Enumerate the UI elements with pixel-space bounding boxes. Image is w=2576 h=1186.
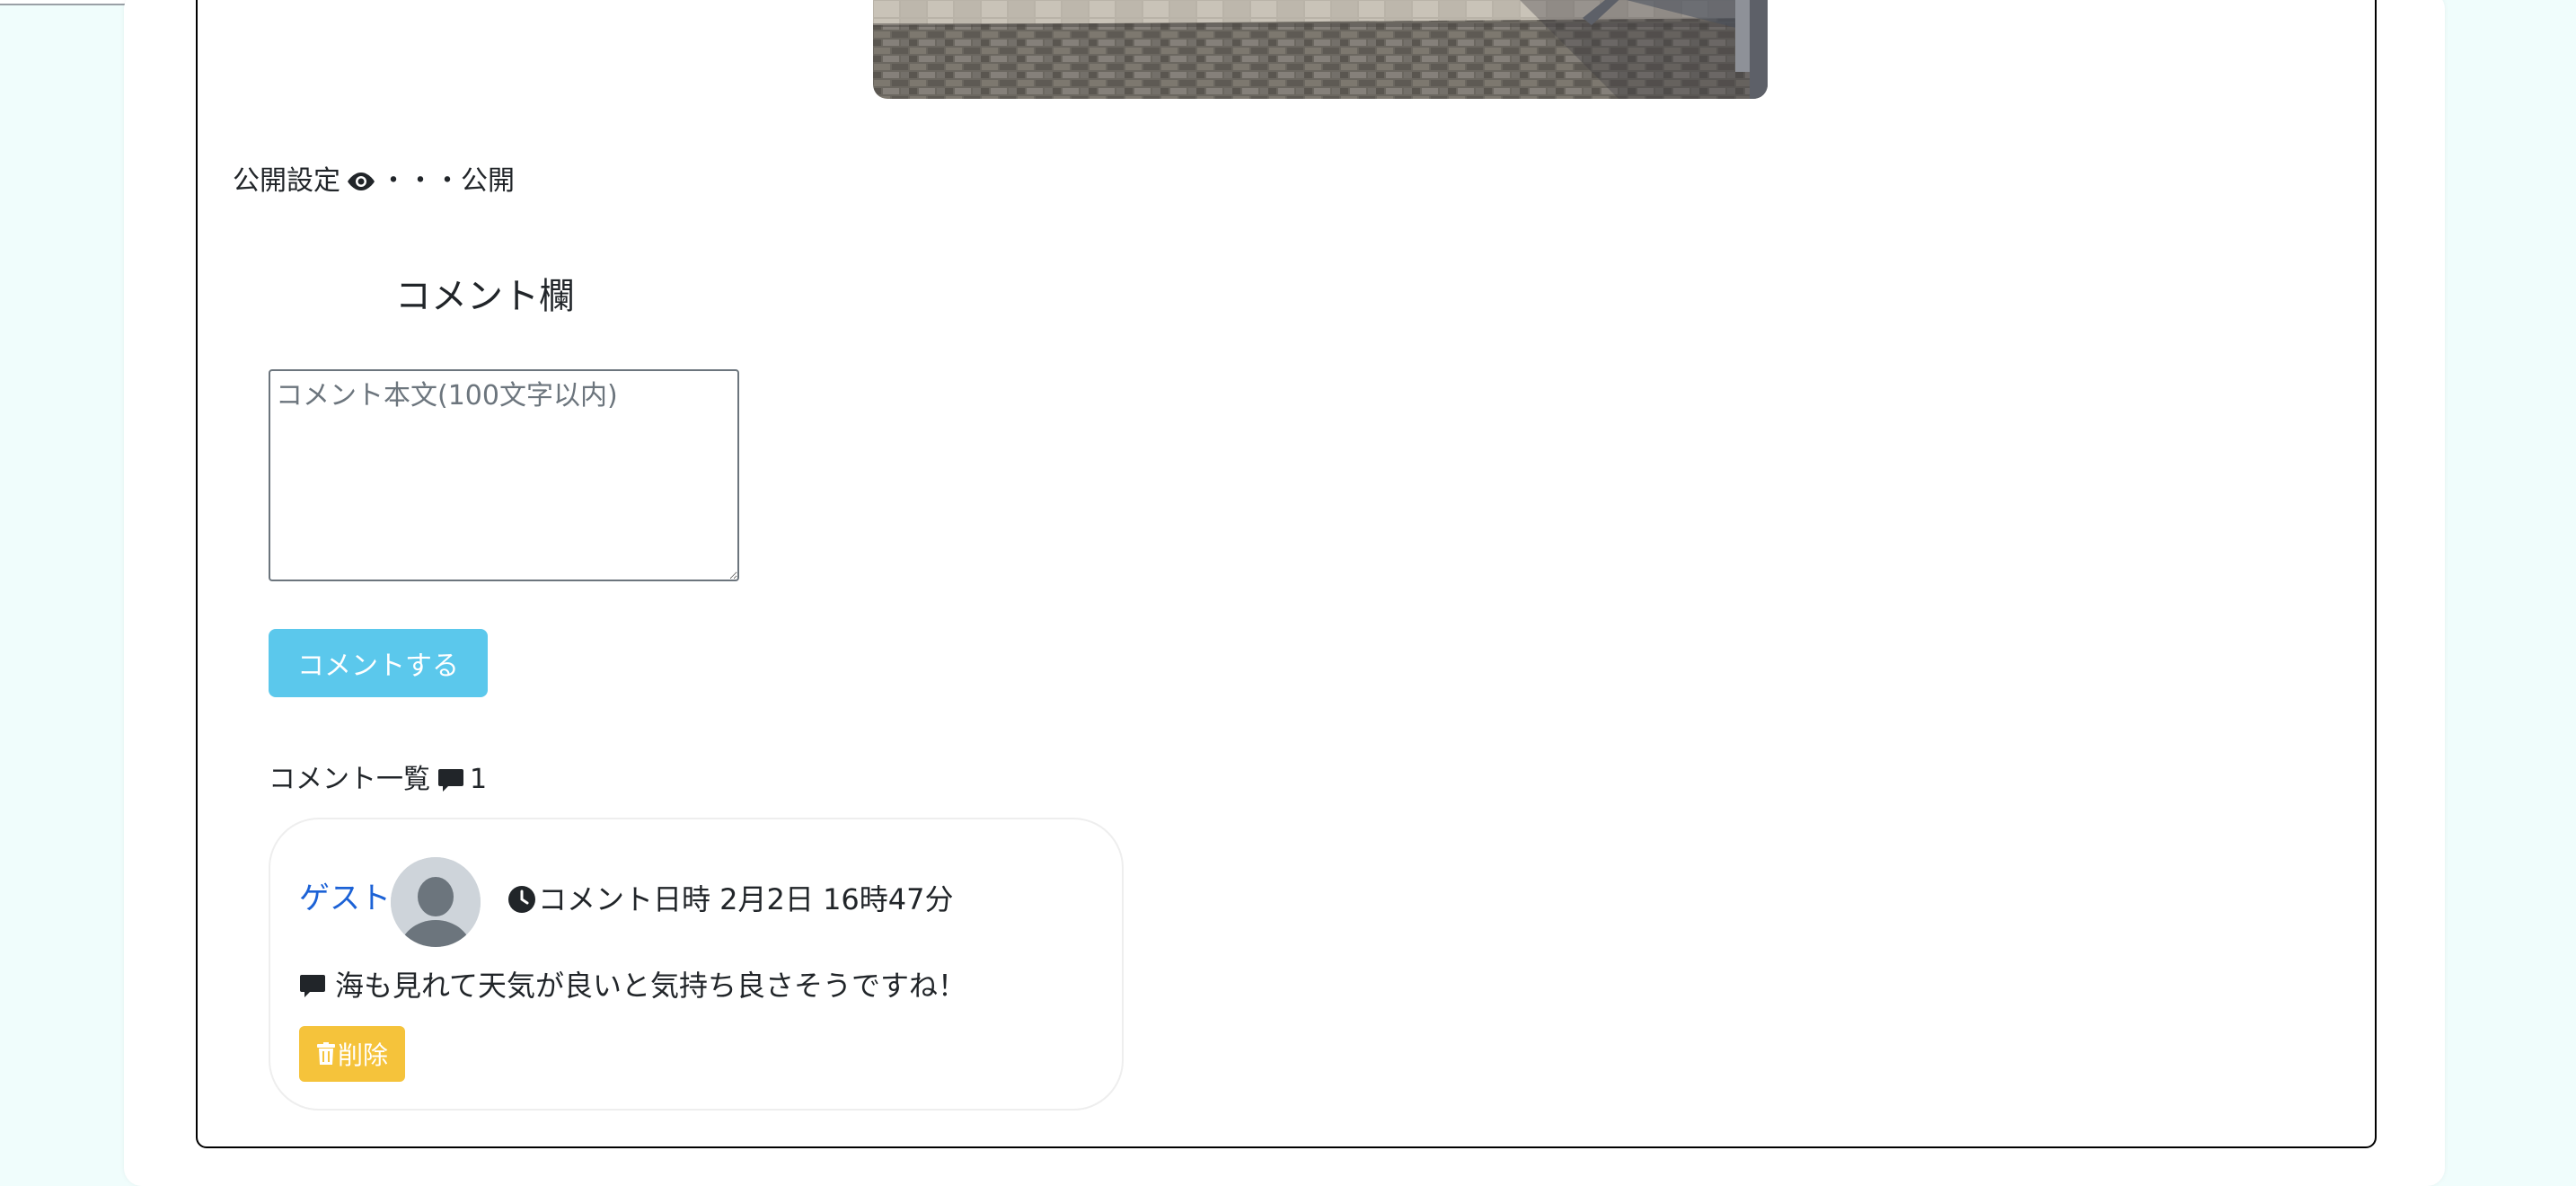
post-photo (873, 0, 1768, 99)
visibility-label: 公開設定 (233, 165, 340, 197)
comment-icon (300, 975, 325, 997)
post-image (873, 0, 1768, 99)
comment-list-label: コメント一覧 (269, 764, 430, 795)
delete-label: 削除 (337, 1040, 388, 1070)
comment-datetime: コメント日時 2月2日 16時47分 (507, 881, 954, 918)
trash-icon (316, 1042, 335, 1065)
comment-list-title: コメント一覧 1 (269, 762, 487, 798)
submit-comment-button[interactable]: コメントする (269, 629, 488, 697)
comment-body-text: 海も見れて天気が良いと気持ち良さそうですね！ (335, 969, 967, 1003)
avatar (391, 857, 481, 947)
comment-body: 海も見れて天気が良いと気持ち良さそうですね！ (299, 967, 966, 1005)
visibility-setting: 公開設定 ・・・ 公開 (233, 164, 515, 199)
comment-count: 1 (470, 764, 488, 795)
eye-icon (348, 173, 375, 190)
delete-comment-button[interactable]: 削除 (299, 1026, 405, 1082)
comment-input[interactable] (269, 369, 739, 581)
comment-datetime-text: コメント日時 2月2日 16時47分 (538, 882, 954, 916)
visibility-value: 公開 (461, 165, 515, 197)
comment-icon (438, 769, 463, 792)
comment-section-heading: コメント欄 (395, 276, 575, 317)
clock-icon (508, 886, 535, 913)
visibility-dots: ・・・ (380, 165, 461, 197)
comment-author-link[interactable]: ゲスト (299, 879, 391, 918)
comment-item: ゲスト コメント日時 2月2日 16時47分 海も見れて天気が良いと気持ち良さそ… (269, 818, 1124, 1111)
default-avatar-icon (391, 857, 481, 947)
